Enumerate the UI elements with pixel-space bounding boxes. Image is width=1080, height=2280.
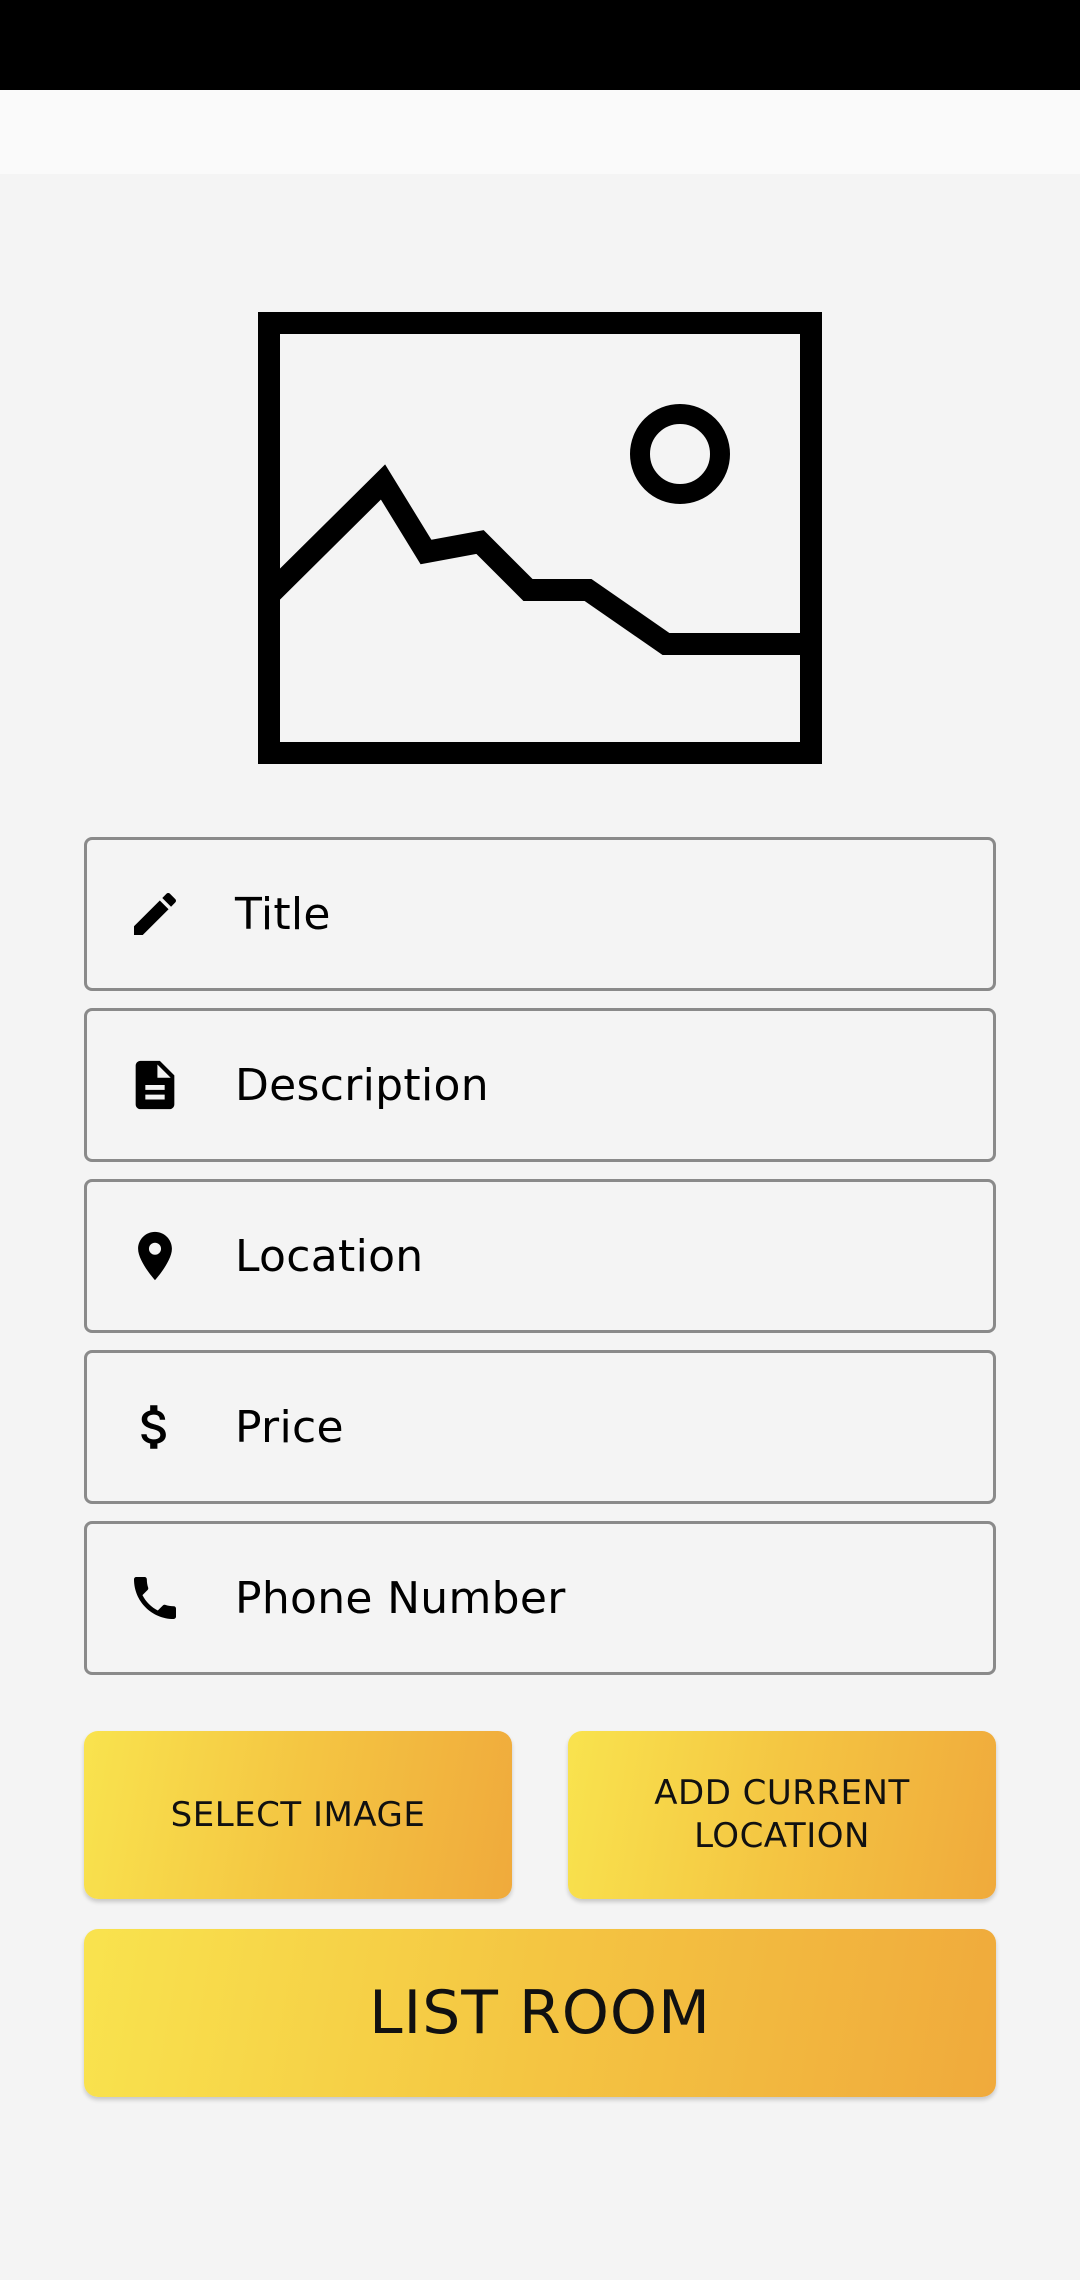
- title-field[interactable]: Title: [84, 837, 996, 991]
- phone-number-field[interactable]: Phone Number: [84, 1521, 996, 1675]
- add-current-location-label: ADD CURRENT LOCATION: [654, 1773, 910, 1856]
- document-icon: [125, 1055, 185, 1115]
- description-placeholder: Description: [235, 1059, 489, 1111]
- dollar-icon: [125, 1397, 185, 1457]
- location-placeholder: Location: [235, 1230, 424, 1282]
- price-placeholder: Price: [235, 1401, 344, 1453]
- image-icon: [258, 312, 822, 764]
- app-bar: [0, 90, 1080, 174]
- list-room-button[interactable]: LIST ROOM: [84, 1929, 996, 2097]
- pencil-icon: [125, 884, 185, 944]
- list-room-label: LIST ROOM: [369, 1978, 711, 2048]
- image-placeholder[interactable]: [258, 312, 822, 764]
- title-placeholder: Title: [235, 888, 331, 940]
- location-pin-icon: [125, 1226, 185, 1286]
- location-field[interactable]: Location: [84, 1179, 996, 1333]
- select-image-label: SELECT IMAGE: [170, 1794, 426, 1835]
- add-current-location-button[interactable]: ADD CURRENT LOCATION: [568, 1731, 996, 1899]
- phone-icon: [125, 1568, 185, 1628]
- phone-number-placeholder: Phone Number: [235, 1572, 566, 1624]
- description-field[interactable]: Description: [84, 1008, 996, 1162]
- select-image-button[interactable]: SELECT IMAGE: [84, 1731, 512, 1899]
- status-bar: [0, 0, 1080, 90]
- price-field[interactable]: Price: [84, 1350, 996, 1504]
